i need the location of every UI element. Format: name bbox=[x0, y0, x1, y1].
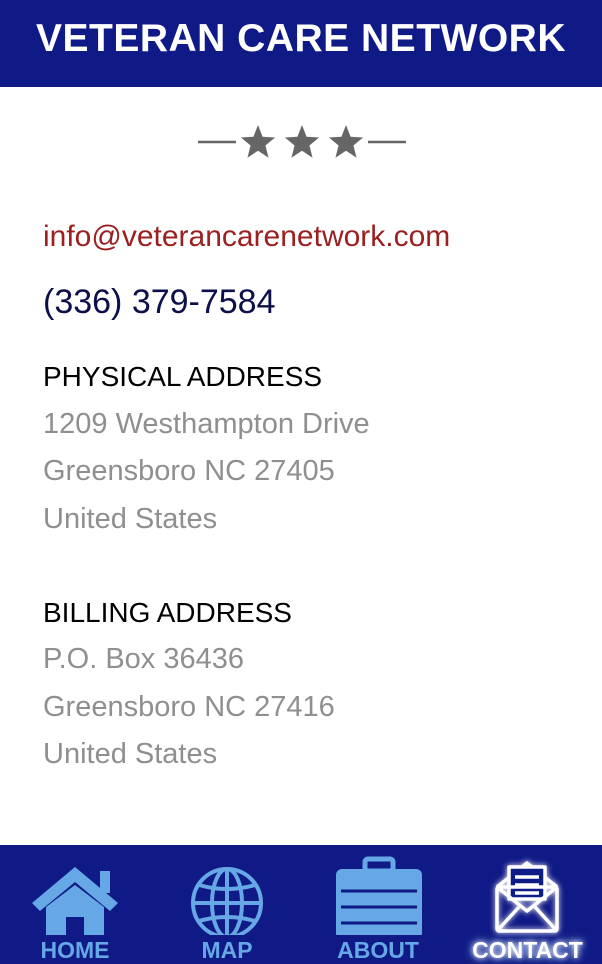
home-icon bbox=[32, 867, 118, 935]
star-divider bbox=[198, 125, 406, 158]
physical-address-line: Greensboro NC 27405 bbox=[43, 455, 335, 487]
nav-home[interactable]: HOME bbox=[0, 845, 150, 964]
nav-about[interactable]: ABOUT bbox=[303, 845, 453, 964]
app-title: VETERAN CARE NETWORK bbox=[35, 16, 566, 60]
star-icon bbox=[240, 125, 276, 158]
nav-map-label: MAP bbox=[201, 937, 253, 963]
billing-address-line: Greensboro NC 27416 bbox=[43, 691, 335, 723]
email-link[interactable]: info@veterancarenetwork.com bbox=[43, 220, 450, 254]
physical-address-title: PHYSICAL ADDRESS bbox=[43, 361, 323, 392]
physical-address-line: United States bbox=[43, 503, 218, 535]
app-header: VETERAN CARE NETWORK bbox=[0, 0, 602, 87]
nav-contact-label: CONTACT bbox=[472, 937, 583, 963]
billing-address-title: BILLING ADDRESS bbox=[43, 597, 292, 628]
physical-address-line: 1209 Westhampton Drive bbox=[43, 408, 370, 440]
nav-about-label: ABOUT bbox=[337, 937, 419, 963]
nav-map[interactable]: MAP bbox=[152, 845, 302, 964]
billing-address-line: P.O. Box 36436 bbox=[43, 643, 245, 675]
star-icon bbox=[328, 125, 364, 158]
nav-home-label: HOME bbox=[40, 937, 110, 963]
billing-address-line: United States bbox=[43, 738, 218, 770]
envelope-icon bbox=[495, 861, 559, 933]
phone-link[interactable]: (336) 379-7584 bbox=[43, 283, 276, 322]
star-icon bbox=[284, 125, 320, 158]
nav-contact[interactable]: CONTACT bbox=[453, 845, 602, 964]
bottom-nav: HOME MAP ABOUT CONTACT bbox=[0, 845, 602, 964]
briefcase-icon bbox=[336, 856, 422, 935]
globe-icon bbox=[191, 867, 263, 935]
